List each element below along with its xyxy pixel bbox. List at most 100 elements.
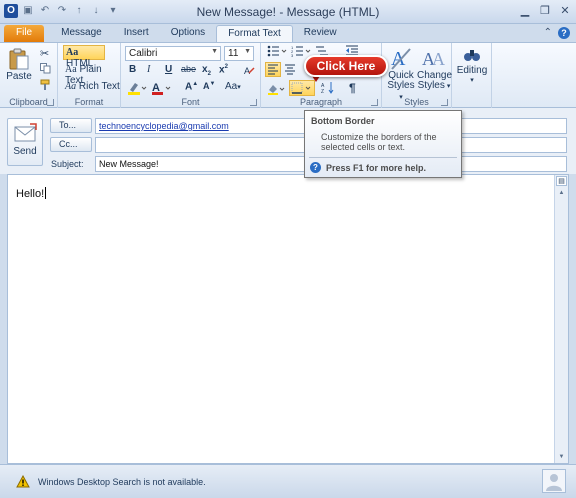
align-left-button[interactable] [265,62,281,77]
rich-text-icon: Aa [65,81,77,92]
tooltip-help-text: Press F1 for more help. [326,162,427,173]
tooltip-divider [309,157,457,158]
highlighter-icon [128,83,147,95]
tooltip-help: ? Press F1 for more help. [310,162,426,173]
bottom-border-icon [291,82,311,94]
format-group: Aa HTML Aa Plain Text Aa Rich Text Forma… [58,43,121,109]
html-format-icon: Aa [66,47,79,58]
font-name-value: Calibri [129,48,158,59]
to-button[interactable]: To... [50,118,92,133]
tab-message[interactable]: Message [50,25,113,42]
format-painter-icon[interactable] [40,79,52,94]
font-size-value: 11 [228,48,239,59]
sort-icon[interactable]: AZ [321,81,335,97]
tooltip-title: Bottom Border [311,116,375,126]
tab-options[interactable]: Options [160,25,216,42]
underline-icon[interactable]: U [165,64,172,75]
cut-icon[interactable]: ✂ [40,47,49,60]
shading-icon[interactable] [267,82,287,98]
font-launcher-icon[interactable] [250,99,257,106]
send-button[interactable]: Send [7,118,43,166]
status-message: Windows Desktop Search is not available. [38,477,206,487]
plain-text-icon: Aa [65,64,77,75]
send-icon [14,123,37,142]
font-color-icon: A [152,82,171,95]
font-name-dropdown[interactable]: Calibri ▼ [125,46,221,61]
paste-icon [9,48,29,70]
align-center-icon[interactable] [283,63,297,79]
svg-text:A: A [432,49,445,69]
align-left-icon [268,64,278,75]
people-pane-button[interactable] [542,469,566,493]
rich-text-label: Rich Text [78,81,120,92]
font-size-dropdown[interactable]: 11 ▼ [224,46,254,61]
vertical-scrollbar[interactable]: ▤ ▲ ▼ [554,175,568,463]
status-bar: Windows Desktop Search is not available. [0,464,576,498]
superscript-icon[interactable]: x2 [219,64,228,75]
tab-insert[interactable]: Insert [113,25,160,42]
paragraph-launcher-icon[interactable] [371,99,378,106]
tab-review[interactable]: Review [293,25,348,42]
tab-file[interactable]: File [4,25,45,42]
styles-launcher-icon[interactable] [441,99,448,106]
bottom-border-button[interactable] [289,80,315,96]
title-bar: O ▣ ↶ ↷ ↑ ↓ ▾ New Message! - Message (HT… [0,0,576,24]
subscript-icon[interactable]: x2 [202,64,211,77]
text-cursor [45,187,47,199]
grow-font-icon[interactable]: A▲ [185,81,198,92]
to-recipient[interactable]: technoencyclopedia@gmail.com [99,121,229,131]
editing-label: Editing [456,65,488,76]
message-header: Send To... technoencyclopedia@gmail.com … [0,108,576,174]
person-icon [546,474,562,491]
italic-icon[interactable]: I [147,64,150,75]
subject-label: Subject: [51,159,84,169]
body-text-content: Hello! [16,188,45,200]
bottom-border-tooltip: Bottom Border Customize the borders of t… [304,110,462,178]
change-case-icon[interactable]: Aa▾ [225,81,241,92]
message-body-text[interactable]: Hello! [16,187,47,200]
window-title: New Message! - Message (HTML) [196,5,380,19]
cc-button[interactable]: Cc... [50,137,92,152]
show-formatting-marks-icon[interactable]: ¶ [349,81,356,95]
message-body[interactable]: Hello! ▤ ▲ ▼ [7,174,569,464]
rich-text-format-button[interactable]: Aa Rich Text [65,81,120,92]
bullets-icon[interactable] [267,45,287,60]
html-format-button[interactable]: Aa HTML [63,45,105,69]
clipboard-launcher-icon[interactable] [47,99,54,106]
close-icon[interactable]: ✕ [558,4,572,18]
help-icon[interactable]: ? [558,27,570,39]
paste-label: Paste [6,71,32,82]
font-color-button[interactable]: A [151,81,171,98]
quick-styles-button[interactable]: A Quick Styles ▾ [385,45,417,103]
warning-icon [16,475,30,488]
restore-icon[interactable]: ❐ [538,4,552,18]
bold-icon[interactable]: B [129,64,136,75]
clear-formatting-icon[interactable]: A [243,64,255,79]
svg-text:A: A [244,66,250,76]
paste-button[interactable]: Paste [6,47,32,82]
minimize-ribbon-icon[interactable]: ⌃ [544,27,552,39]
minimize-icon[interactable]: ▁ [518,4,532,18]
editing-group: Editing ▾ [452,43,492,109]
ribbon: Paste ✂ Clipboard Aa HTML Aa Plain Text … [0,42,576,109]
shrink-font-icon[interactable]: A▼ [203,81,215,91]
font-group-label: Font [181,97,200,107]
scroll-down-icon[interactable]: ▼ [555,451,568,463]
window-controls: ▁ ❐ ✕ [518,4,572,18]
highlight-color-button[interactable] [127,81,147,98]
copy-icon[interactable] [40,63,51,77]
chevron-down-icon: ▼ [244,48,251,55]
quick-styles-label-2: Styles [387,80,415,91]
ruler-toggle-icon[interactable]: ▤ [556,176,567,186]
help-icon: ? [310,162,321,173]
font-group: Calibri ▼ 11 ▼ B I U abe x2 x2 A A A▲ A▼ A… [121,43,261,109]
svg-text:Z: Z [321,89,324,94]
strikethrough-icon[interactable]: abe [181,64,196,74]
tooltip-description: Customize the borders of the selected ce… [321,132,437,152]
click-here-callout: Click Here [304,55,388,77]
tab-format-text[interactable]: Format Text [216,25,293,42]
editing-button[interactable]: Editing ▾ [456,45,488,84]
clipboard-group: Paste ✂ Clipboard [0,43,58,109]
scroll-up-icon[interactable]: ▲ [555,187,568,199]
change-styles-button[interactable]: AA Change Styles ▾ [417,45,452,92]
